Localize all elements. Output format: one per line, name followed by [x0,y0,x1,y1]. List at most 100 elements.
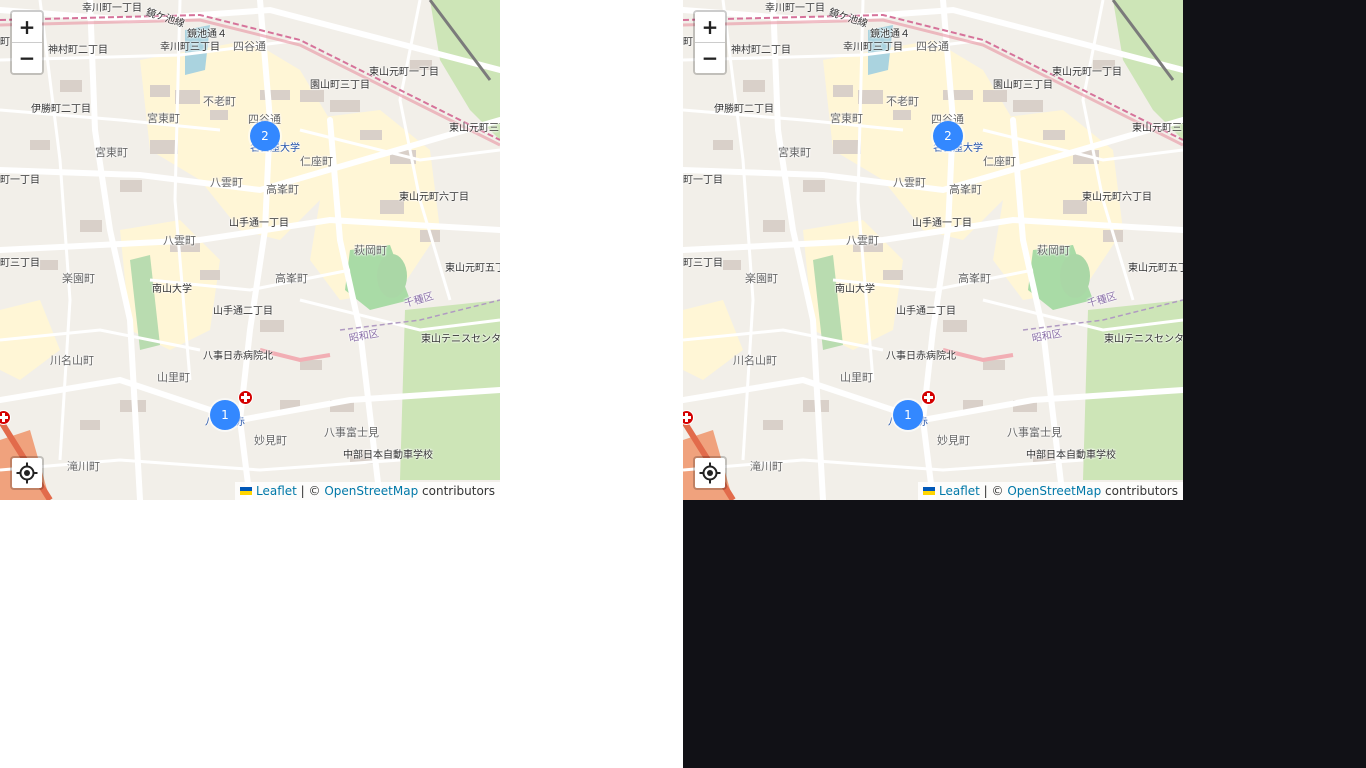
place-label: 八雲町 [846,234,879,247]
poi-label: 中部日本自動車学校 [1026,450,1116,461]
place-label: 不老町 [203,95,236,108]
attribution-separator: | © [296,484,325,498]
place-label: 園山町三丁目 [993,80,1053,91]
place-label: 伊勝町二丁目 [31,104,91,115]
place-label: 高峯町 [949,183,982,196]
place-label: 山手通一丁目 [229,218,289,229]
place-label: 四谷通 [233,40,266,53]
place-label: 東山元町五丁目 [445,263,500,274]
place-label: 東山テニスセンター [1104,334,1183,345]
place-label: 宮東町 [778,146,811,159]
marker-cluster[interactable]: 1 [210,400,240,430]
attribution-separator: | © [979,484,1008,498]
place-label: 高峯町 [275,272,308,285]
place-label: 町三丁目 [683,258,723,269]
marker-cluster[interactable]: 2 [933,121,963,151]
place-label: 萩岡町 [1037,244,1070,257]
zoom-out-button[interactable]: − [12,43,42,73]
attribution: Leaflet | © OpenStreetMap contributors [918,482,1183,500]
crosshair-icon [16,462,38,484]
light-pane: 幸川町一丁目 鏡ケ池線 鏡池通４ 幸川町三丁目 四谷通 神村町二丁目 園山町三丁… [0,0,683,768]
place-label: 楽園町 [62,272,95,285]
place-label: 山里町 [157,371,190,384]
marker-cluster[interactable]: 1 [893,400,923,430]
crosshair-icon [699,462,721,484]
place-label: 仁座町 [983,155,1016,168]
place-label: 八雲町 [210,176,243,189]
place-label: 町一丁目 [0,175,40,186]
zoom-control: + − [693,10,727,75]
place-label: 妙見町 [254,434,287,447]
place-label: 川名山町 [50,354,94,367]
place-label: 山手通二丁目 [896,306,956,317]
place-label: 幸川町一丁目 [82,3,142,14]
place-label: 町三丁目 [0,258,40,269]
hospital-icon [238,390,253,405]
place-label: 幸川町三丁目 [160,42,220,53]
place-label: 萩岡町 [354,244,387,257]
place-label: 東山元町六丁目 [399,192,469,203]
place-label: 宮東町 [95,146,128,159]
place-label: 東山元町六丁目 [1082,192,1152,203]
leaflet-link[interactable]: Leaflet [939,484,980,498]
place-label: 滝川町 [750,460,783,473]
locate-button[interactable] [10,456,44,490]
map-light[interactable]: 幸川町一丁目 鏡ケ池線 鏡池通４ 幸川町三丁目 四谷通 神村町二丁目 園山町三丁… [0,0,500,500]
place-label: 楽園町 [745,272,778,285]
place-label: 神村町二丁目 [731,45,791,56]
zoom-in-button[interactable]: + [12,12,42,43]
poi-label: 八事日赤病院北 [203,351,273,362]
road-label: 鏡池通４ [870,29,910,40]
university-label: 南山大学 [835,284,875,295]
place-label: 東山テニスセンター [421,334,500,345]
leaflet-link[interactable]: Leaflet [256,484,297,498]
place-label: 幸川町三丁目 [843,42,903,53]
place-label: 八事富士見 [1007,426,1062,439]
place-label: 四谷通 [916,40,949,53]
place-label: 町 [683,37,693,48]
place-label: 八事富士見 [324,426,379,439]
map-dark[interactable]: 幸川町一丁目 鏡ケ池線 鏡池通４ 幸川町三丁目 四谷通 神村町二丁目 園山町三丁… [683,0,1183,500]
place-label: 東山元町三丁目 [1132,123,1183,134]
openstreetmap-link[interactable]: OpenStreetMap [324,484,418,498]
place-label: 川名山町 [733,354,777,367]
place-label: 滝川町 [67,460,100,473]
place-label: 東山元町三丁目 [449,123,500,134]
place-label: 高峯町 [958,272,991,285]
attribution-suffix: contributors [1101,484,1178,498]
place-label: 東山元町一丁目 [1052,67,1122,78]
place-label: 宮東町 [830,112,863,125]
hospital-icon [921,390,936,405]
place-label: 山里町 [840,371,873,384]
place-label: 不老町 [886,95,919,108]
place-label: 宮東町 [147,112,180,125]
place-label: 山手通二丁目 [213,306,273,317]
place-label: 東山元町一丁目 [369,67,439,78]
ukraine-flag-icon [923,487,935,495]
place-label: 園山町三丁目 [310,80,370,91]
place-label: 町一丁目 [683,175,723,186]
attribution: Leaflet | © OpenStreetMap contributors [235,482,500,500]
place-label: 東山元町五丁目 [1128,263,1183,274]
zoom-control: + − [10,10,44,75]
university-label: 南山大学 [152,284,192,295]
place-label: 伊勝町二丁目 [714,104,774,115]
locate-button[interactable] [693,456,727,490]
road-label: 鏡池通４ [187,29,227,40]
attribution-suffix: contributors [418,484,495,498]
zoom-out-button[interactable]: − [695,43,725,73]
place-label: 山手通一丁目 [912,218,972,229]
marker-cluster[interactable]: 2 [250,121,280,151]
place-label: 妙見町 [937,434,970,447]
place-label: 町 [0,37,10,48]
place-label: 八雲町 [893,176,926,189]
place-label: 神村町二丁目 [48,45,108,56]
openstreetmap-link[interactable]: OpenStreetMap [1007,484,1101,498]
place-label: 幸川町一丁目 [765,3,825,14]
dark-pane: 幸川町一丁目 鏡ケ池線 鏡池通４ 幸川町三丁目 四谷通 神村町二丁目 園山町三丁… [683,0,1366,768]
place-label: 仁座町 [300,155,333,168]
poi-label: 八事日赤病院北 [886,351,956,362]
place-label: 八雲町 [163,234,196,247]
poi-label: 中部日本自動車学校 [343,450,433,461]
zoom-in-button[interactable]: + [695,12,725,43]
